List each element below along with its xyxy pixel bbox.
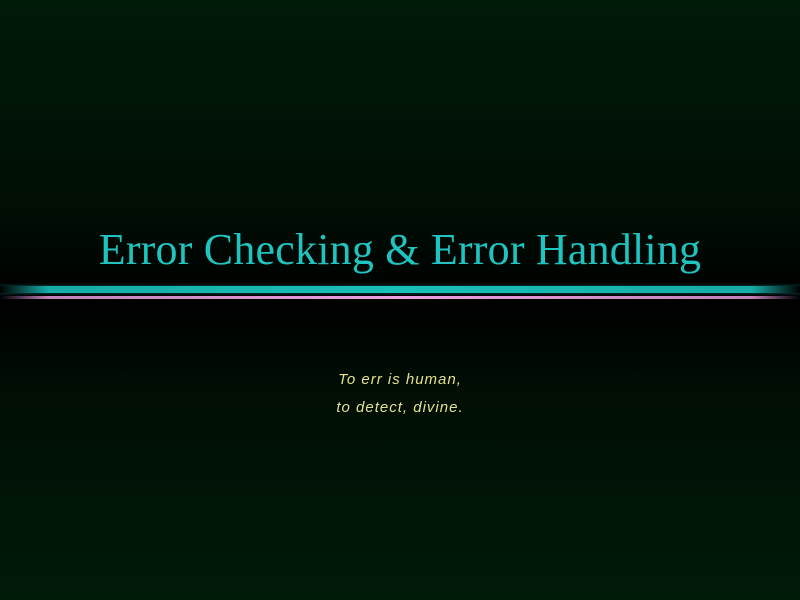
slide: Error Checking & Error Handling To err i… — [0, 0, 800, 600]
slide-subtitle: To err is human, to detect, divine. — [0, 366, 800, 422]
slide-title: Error Checking & Error Handling — [98, 225, 702, 274]
title-underline-teal — [0, 286, 800, 293]
subtitle-line-1: To err is human, — [338, 371, 462, 388]
title-underline-pink — [0, 296, 800, 299]
subtitle-line-2: to detect, divine. — [336, 399, 464, 416]
